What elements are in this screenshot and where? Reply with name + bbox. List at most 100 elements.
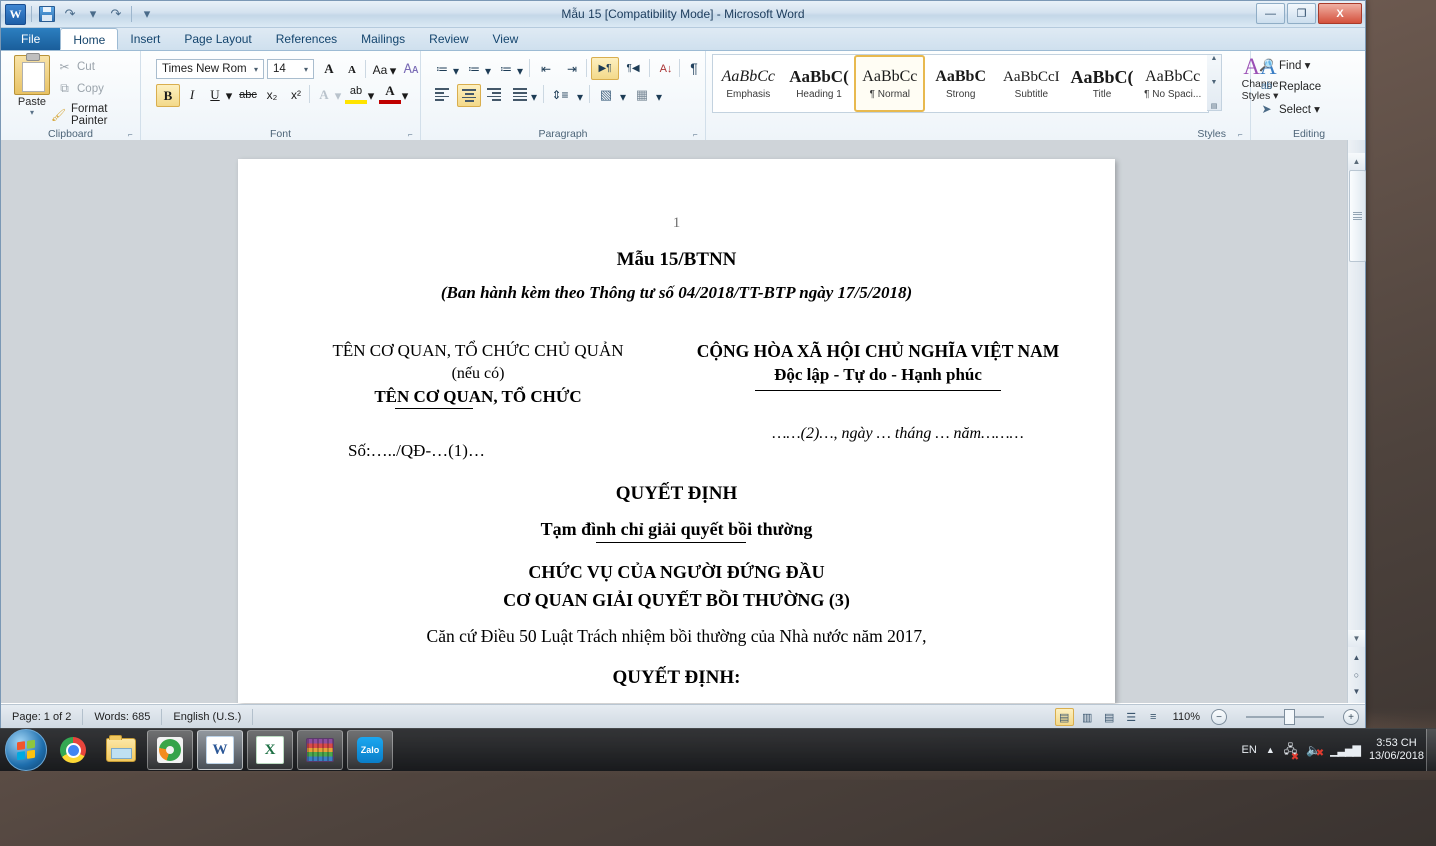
rtl-text-direction-icon[interactable]: ¶◀ bbox=[621, 58, 645, 79]
align-right-button[interactable] bbox=[483, 84, 505, 105]
select-button[interactable]: ➤ Select ▾ bbox=[1259, 101, 1319, 116]
scrollbar-thumb[interactable] bbox=[1349, 170, 1366, 262]
text-effects-icon[interactable]: A bbox=[313, 84, 335, 105]
bullets-icon[interactable]: ≔ bbox=[431, 58, 453, 79]
numbering-icon[interactable]: ≔ bbox=[463, 58, 485, 79]
tab-file[interactable]: File bbox=[1, 28, 61, 50]
status-words[interactable]: Words: 685 bbox=[83, 709, 163, 725]
taskbar-item-unikey[interactable] bbox=[147, 730, 193, 770]
status-language[interactable]: English (U.S.) bbox=[162, 709, 254, 725]
underline-dropdown-icon[interactable]: ▾ bbox=[225, 85, 233, 106]
align-left-button[interactable] bbox=[431, 84, 453, 105]
zoom-slider[interactable] bbox=[1232, 709, 1338, 725]
status-page[interactable]: Page: 1 of 2 bbox=[1, 709, 84, 725]
format-painter-button[interactable]: 🖌 Format Painter bbox=[51, 103, 140, 127]
tab-insert[interactable]: Insert bbox=[118, 28, 172, 50]
style-heading-1[interactable]: AaBbC( Heading 1 bbox=[784, 55, 855, 112]
change-case-dropdown-icon[interactable]: ▾ bbox=[389, 60, 397, 81]
justify-dropdown-icon[interactable]: ▾ bbox=[530, 86, 538, 107]
zoom-level-label[interactable]: 110% bbox=[1167, 711, 1206, 723]
view-print-layout-icon[interactable]: ▤ bbox=[1054, 708, 1074, 726]
multilevel-list-icon[interactable]: ≔ bbox=[495, 58, 517, 79]
paste-dropdown-icon[interactable]: ▾ bbox=[9, 108, 55, 117]
chevron-down-icon[interactable]: ▾ bbox=[301, 65, 311, 74]
zoom-out-button[interactable]: − bbox=[1211, 709, 1227, 725]
volume-icon[interactable]: 🔈 ✖ bbox=[1306, 743, 1324, 759]
justify-button[interactable] bbox=[509, 84, 531, 105]
scroll-up-icon[interactable]: ▲ bbox=[1348, 153, 1365, 170]
font-color-dropdown-icon[interactable]: ▾ bbox=[401, 85, 409, 106]
shading-dropdown-icon[interactable]: ▾ bbox=[619, 86, 627, 107]
restore-button[interactable]: ❐ bbox=[1287, 3, 1316, 24]
line-spacing-dropdown-icon[interactable]: ▾ bbox=[576, 86, 584, 107]
line-spacing-icon[interactable]: ⇕≡ bbox=[549, 84, 571, 105]
font-size-combobox[interactable]: 14 ▾ bbox=[267, 59, 314, 79]
align-center-button[interactable] bbox=[457, 84, 481, 107]
ltr-text-direction-icon[interactable]: ▶¶ bbox=[591, 57, 619, 80]
view-draft-icon[interactable]: ≡ bbox=[1145, 709, 1162, 725]
clock[interactable]: 3:53 CH 13/06/2018 bbox=[1369, 737, 1424, 763]
decrease-indent-icon[interactable]: ⇤ bbox=[535, 58, 557, 79]
change-case-icon[interactable]: Aa bbox=[369, 59, 391, 80]
highlight-icon[interactable]: ab bbox=[345, 81, 367, 104]
shading-icon[interactable]: ▧ bbox=[595, 84, 617, 105]
borders-icon[interactable]: ▦ bbox=[631, 84, 653, 105]
styles-dialog-launcher-icon[interactable]: ⌐ bbox=[1238, 130, 1247, 139]
network-icon[interactable]: 🖧 ✖ bbox=[1284, 740, 1299, 763]
style-no-spacing[interactable]: AaBbCc ¶ No Spaci... bbox=[1137, 55, 1208, 112]
underline-button[interactable]: U bbox=[204, 84, 226, 105]
font-color-icon[interactable]: A bbox=[379, 81, 401, 104]
highlight-dropdown-icon[interactable]: ▾ bbox=[367, 85, 375, 106]
italic-button[interactable]: I bbox=[181, 84, 203, 105]
document-canvas[interactable]: 1 Mẫu 15/BTNN (Ban hành kèm theo Thông t… bbox=[1, 140, 1365, 703]
view-full-screen-reading-icon[interactable]: ▥ bbox=[1079, 709, 1096, 725]
tab-references[interactable]: References bbox=[264, 28, 349, 50]
zoom-slider-thumb[interactable] bbox=[1284, 709, 1295, 725]
grow-font-icon[interactable]: A bbox=[318, 58, 340, 79]
taskbar-item-zalo[interactable]: Zalo bbox=[347, 730, 393, 770]
vertical-scrollbar[interactable]: ▲ ▼ ▲ ○ ▼ bbox=[1347, 140, 1366, 703]
language-indicator[interactable]: EN bbox=[1242, 744, 1257, 756]
styles-gallery-scrollbar[interactable]: ▲ ▼ ▤ bbox=[1207, 54, 1222, 111]
document-page[interactable]: 1 Mẫu 15/BTNN (Ban hành kèm theo Thông t… bbox=[238, 159, 1115, 703]
tab-home[interactable]: Home bbox=[60, 28, 119, 50]
paste-button[interactable]: Paste ▾ bbox=[9, 53, 55, 117]
subscript-button[interactable]: x₂ bbox=[261, 84, 283, 105]
style-subtitle[interactable]: AaBbCcI Subtitle bbox=[996, 55, 1067, 112]
style-strong[interactable]: AaBbC Strong bbox=[925, 55, 996, 112]
strikethrough-button[interactable]: abc bbox=[237, 84, 259, 105]
font-name-combobox[interactable]: Times New Rom ▾ bbox=[156, 59, 264, 79]
start-button[interactable] bbox=[5, 729, 47, 771]
bold-button[interactable]: B bbox=[156, 84, 180, 107]
sort-icon[interactable]: A↓ bbox=[655, 58, 677, 79]
text-effects-dropdown-icon[interactable]: ▾ bbox=[334, 85, 342, 106]
show-hidden-icons-icon[interactable]: ▲ bbox=[1266, 745, 1275, 755]
chevron-down-icon[interactable]: ▾ bbox=[251, 65, 261, 74]
minimize-button[interactable]: — bbox=[1256, 3, 1285, 24]
styles-more-icon[interactable]: ▤ bbox=[1211, 102, 1218, 110]
increase-indent-icon[interactable]: ⇥ bbox=[561, 58, 583, 79]
styles-scroll-down-icon[interactable]: ▼ bbox=[1211, 79, 1218, 86]
taskbar-item-chrome[interactable] bbox=[51, 731, 95, 769]
scroll-down-icon[interactable]: ▼ bbox=[1348, 630, 1365, 647]
clear-formatting-icon[interactable]: 🗛 bbox=[399, 57, 423, 81]
bullets-dropdown-icon[interactable]: ▾ bbox=[452, 60, 460, 81]
tab-page-layout[interactable]: Page Layout bbox=[172, 28, 263, 50]
style-emphasis[interactable]: AaBbCc Emphasis bbox=[713, 55, 784, 112]
signal-icon[interactable]: ▁▃▅▇ bbox=[1330, 744, 1361, 757]
next-page-icon[interactable]: ▼ bbox=[1348, 683, 1365, 700]
tab-view[interactable]: View bbox=[481, 28, 531, 50]
view-web-layout-icon[interactable]: ▤ bbox=[1101, 709, 1118, 725]
taskbar-item-winrar[interactable] bbox=[297, 730, 343, 770]
paragraph-dialog-launcher-icon[interactable]: ⌐ bbox=[693, 130, 702, 139]
font-dialog-launcher-icon[interactable]: ⌐ bbox=[408, 130, 417, 139]
taskbar-item-explorer[interactable] bbox=[99, 731, 143, 769]
style-title[interactable]: AaBbC( Title bbox=[1067, 55, 1138, 112]
show-desktop-button[interactable] bbox=[1426, 729, 1436, 771]
taskbar-item-word[interactable]: W bbox=[197, 730, 243, 770]
show-formatting-marks-icon[interactable]: ¶ bbox=[683, 57, 705, 78]
tab-mailings[interactable]: Mailings bbox=[349, 28, 417, 50]
styles-scroll-up-icon[interactable]: ▲ bbox=[1211, 55, 1218, 62]
zoom-in-button[interactable]: + bbox=[1343, 709, 1359, 725]
taskbar-item-excel[interactable]: X bbox=[247, 730, 293, 770]
